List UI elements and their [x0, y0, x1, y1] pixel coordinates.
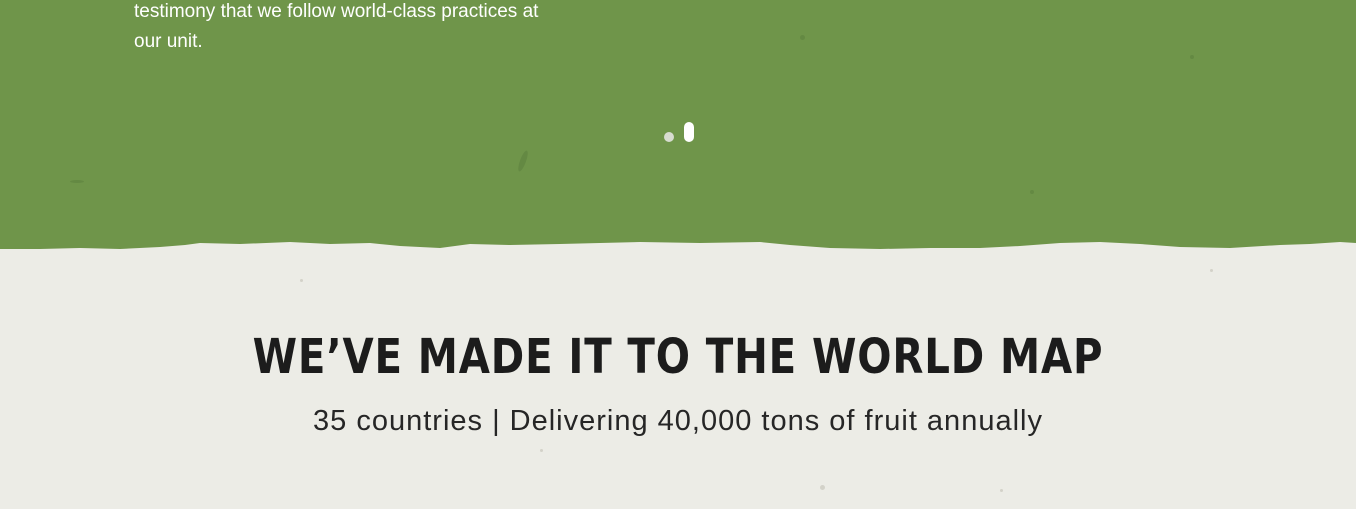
carousel-dot-2-active[interactable]: [684, 122, 694, 142]
texture-speck: [540, 449, 543, 452]
testimonial-section: testimony that we follow world-class pra…: [0, 0, 1356, 249]
testimonial-line-1: testimony that we follow world-class pra…: [134, 1, 539, 22]
world-map-section: We’ve made it to the world map 35 countr…: [0, 249, 1356, 509]
texture-speck: [70, 180, 84, 183]
texture-speck: [516, 149, 530, 173]
texture-speck: [1000, 489, 1003, 492]
texture-speck: [1210, 269, 1213, 272]
texture-speck: [800, 35, 805, 40]
texture-speck: [820, 485, 825, 490]
carousel-dot-1[interactable]: [664, 132, 674, 142]
testimonial-line-2: our unit.: [134, 31, 203, 52]
carousel-pagination: [664, 122, 694, 142]
world-map-subheading: 35 countries | Delivering 40,000 tons of…: [313, 405, 1043, 437]
world-map-heading: We’ve made it to the world map: [252, 329, 1104, 385]
texture-speck: [300, 279, 303, 282]
testimonial-text: testimony that we follow world-class pra…: [134, 0, 574, 57]
texture-speck: [1030, 190, 1034, 194]
texture-speck: [1190, 55, 1194, 59]
